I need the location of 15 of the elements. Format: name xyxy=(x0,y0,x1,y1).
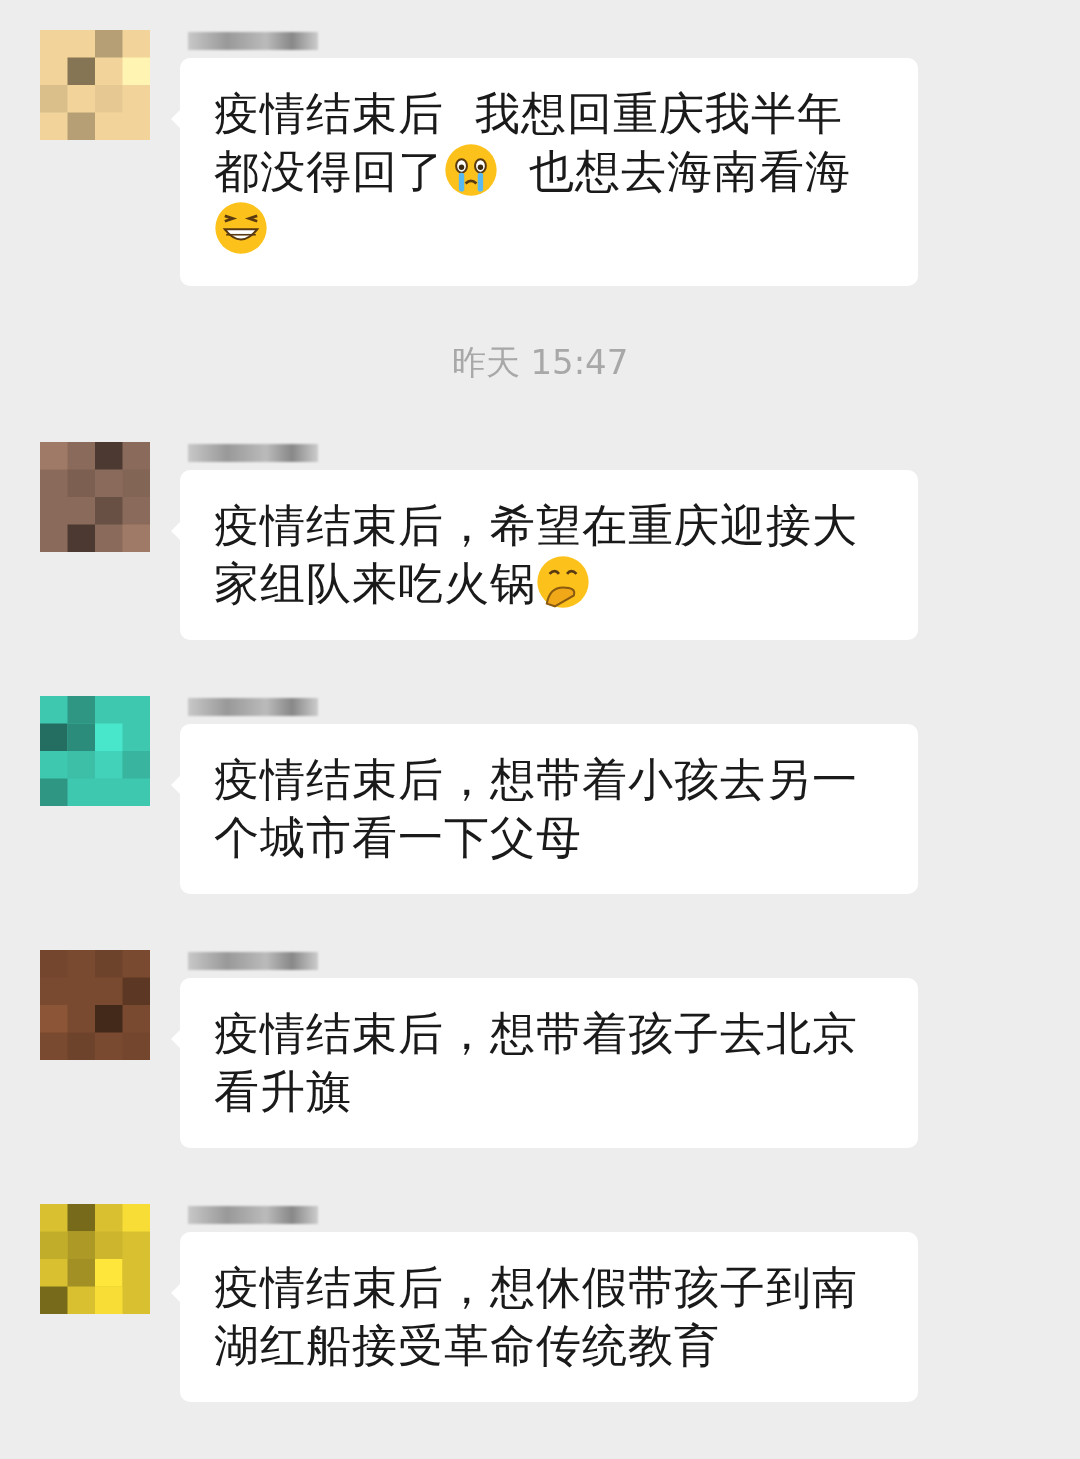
message-text: 湖红船接受革命传统教育 xyxy=(214,1319,720,1372)
message-text: 家组队来吃火锅 xyxy=(214,557,536,610)
crying-face-icon xyxy=(444,143,498,197)
message-text: 疫情结束后，希望在重庆迎接大 xyxy=(214,499,858,552)
hand-over-mouth-face-icon xyxy=(536,555,590,609)
grinning-face-icon xyxy=(214,201,268,255)
message-text: 疫情结束后，想带着孩子去北京 xyxy=(214,1007,858,1060)
message-text: 疫情结束后 我想回重庆我半年 xyxy=(214,87,843,140)
message-text: 也想去海南看海 xyxy=(527,145,851,198)
timestamp: 昨天 15:47 xyxy=(450,342,630,382)
message-text: 都没得回了 xyxy=(214,145,444,198)
message-text: 疫情结束后，想带着小孩去另一 xyxy=(214,753,858,806)
message-text: 疫情结束后，想休假带孩子到南 xyxy=(214,1261,858,1314)
message-text: 看升旗 xyxy=(214,1065,352,1118)
message-text: 个城市看一下父母 xyxy=(214,811,582,864)
